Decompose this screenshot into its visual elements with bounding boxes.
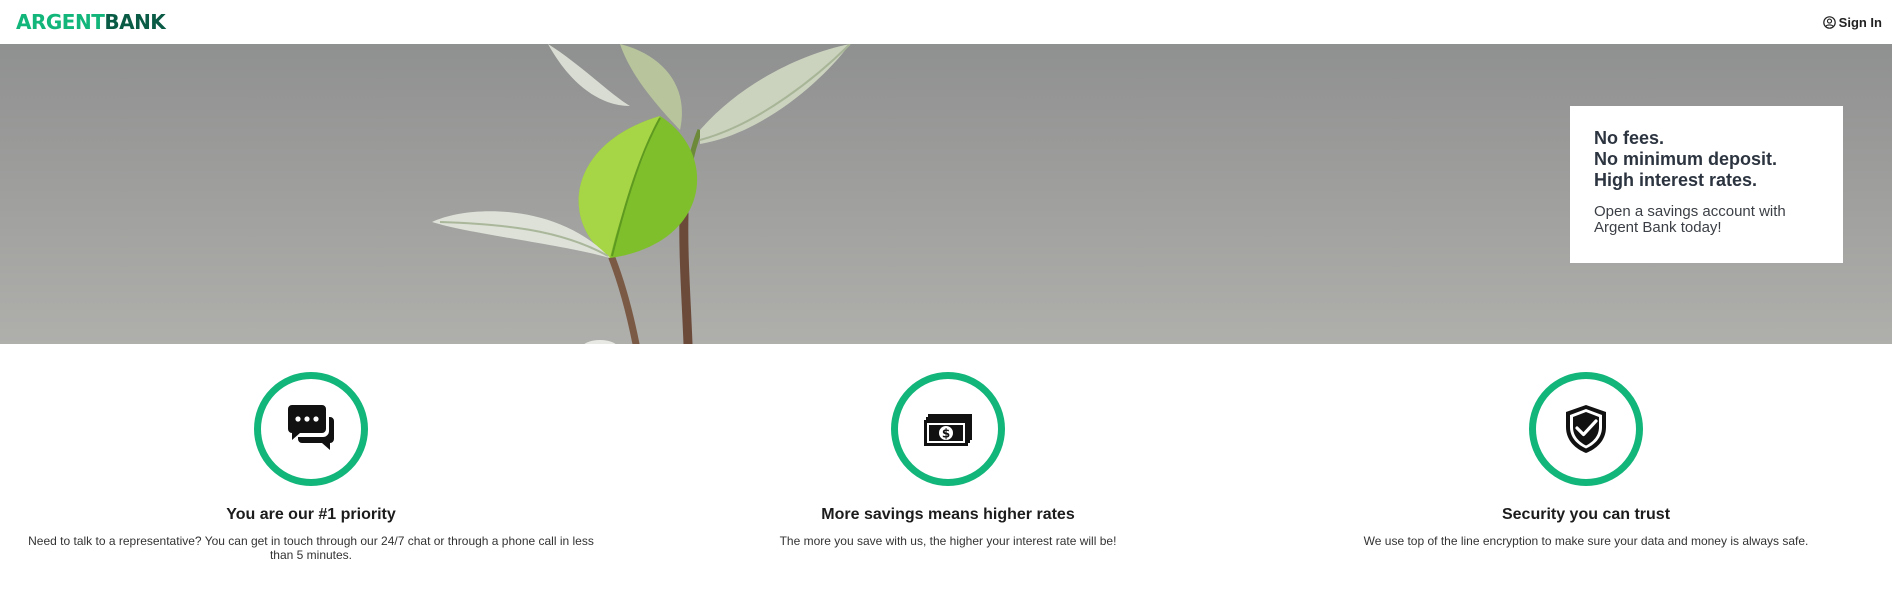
promo-headline-1: No fees. [1594, 128, 1665, 148]
sign-in-link[interactable]: Sign In [1822, 14, 1882, 30]
money-icon: $ [924, 414, 972, 446]
feature-icon-circle [1529, 372, 1643, 486]
feature-icon-circle [254, 372, 368, 486]
feature-text: The more you save with us, the higher yo… [779, 534, 1117, 548]
sign-in-label: Sign In [1838, 14, 1882, 30]
feature-item: $ More savings means higher rates The mo… [658, 372, 1238, 548]
feature-title: More savings means higher rates [821, 506, 1075, 523]
argent-bank-logo[interactable]: ARGENT BANK [16, 10, 166, 34]
feature-text: Need to talk to a representative? You ca… [28, 534, 594, 562]
feature-text: We use top of the line encryption to mak… [1363, 534, 1809, 548]
promo-card: No fees. No minimum deposit. High intere… [1570, 106, 1843, 263]
promo-headline: No fees. No minimum deposit. High intere… [1594, 128, 1823, 191]
features-section: You are our #1 priority Need to talk to … [0, 344, 1892, 606]
feature-title: You are our #1 priority [226, 506, 396, 523]
feature-item: You are our #1 priority Need to talk to … [21, 372, 601, 562]
svg-text:$: $ [942, 427, 950, 441]
user-circle-icon [1822, 15, 1836, 29]
main-nav: ARGENT BANK Sign In [0, 0, 1892, 44]
security-shield-icon [1566, 405, 1606, 453]
chat-icon [288, 405, 334, 450]
promo-headline-3: High interest rates. [1594, 170, 1758, 190]
promo-headline-2: No minimum deposit. [1594, 149, 1778, 169]
hero-banner: No fees. No minimum deposit. High intere… [0, 44, 1892, 344]
feature-title: Security you can trust [1501, 506, 1671, 523]
promo-subtext: Open a savings account with Argent Bank … [1594, 203, 1786, 236]
logo-text-argent: ARGENT [16, 10, 105, 34]
feature-item: Security you can trust We use top of the… [1296, 372, 1876, 548]
feature-icon-circle: $ [891, 372, 1005, 486]
logo-text-bank: BANK [104, 10, 166, 34]
plant-sprout-image [432, 44, 851, 344]
